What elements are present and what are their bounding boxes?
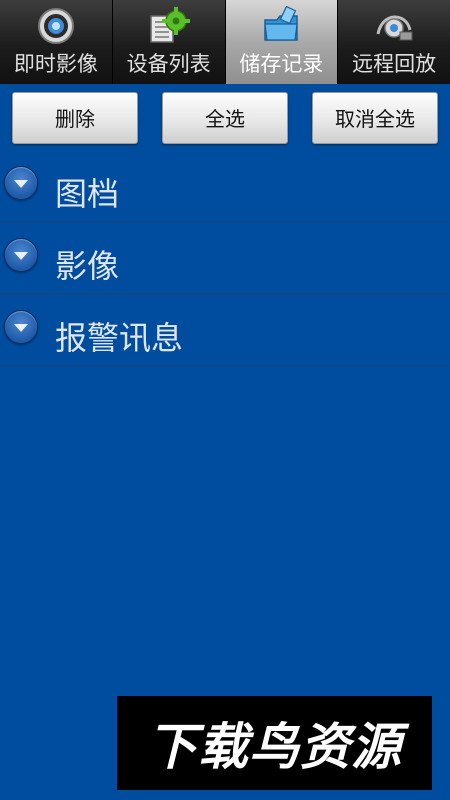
camera-lens-icon bbox=[37, 8, 74, 44]
group-images[interactable]: 图档 bbox=[0, 152, 450, 224]
remote-playback-icon bbox=[376, 15, 413, 41]
delete-button[interactable]: 删除 bbox=[12, 92, 138, 144]
group-label: 图档 bbox=[55, 175, 120, 213]
tab-label: 设备列表 bbox=[126, 52, 211, 76]
tab-remote-playback[interactable]: 远程回放 bbox=[338, 0, 450, 84]
tab-label: 即时影像 bbox=[13, 52, 98, 76]
group-label: 报警讯息 bbox=[55, 319, 184, 357]
tab-label: 远程回放 bbox=[352, 52, 437, 76]
tab-bar: 即时影像 设备列表 储存记录 远程回放 bbox=[0, 0, 450, 84]
device-list-gear-icon bbox=[149, 7, 190, 43]
tab-live-view[interactable]: 即时影像 bbox=[0, 0, 113, 84]
expand-arrow-icon bbox=[4, 238, 38, 272]
watermark-logo: 下载鸟资源 bbox=[117, 696, 432, 790]
tab-label: 储存记录 bbox=[239, 52, 324, 76]
action-toolbar: 删除 全选 取消全选 bbox=[0, 84, 450, 152]
tab-device-list[interactable]: 设备列表 bbox=[112, 0, 226, 84]
expand-arrow-icon bbox=[4, 310, 38, 344]
group-videos[interactable]: 影像 bbox=[0, 224, 450, 296]
watermark-text: 下载鸟资源 bbox=[147, 718, 402, 776]
tab-storage-records[interactable]: 储存记录 bbox=[225, 0, 339, 84]
deselect-all-button[interactable]: 取消全选 bbox=[312, 92, 438, 144]
group-alarm-messages[interactable]: 报警讯息 bbox=[0, 296, 450, 368]
storage-folder-icon bbox=[264, 6, 299, 41]
group-label: 影像 bbox=[55, 247, 120, 285]
record-group-list: 图档 影像 报警讯息 bbox=[0, 152, 450, 368]
select-all-button[interactable]: 全选 bbox=[162, 92, 288, 144]
expand-arrow-icon bbox=[4, 166, 38, 200]
